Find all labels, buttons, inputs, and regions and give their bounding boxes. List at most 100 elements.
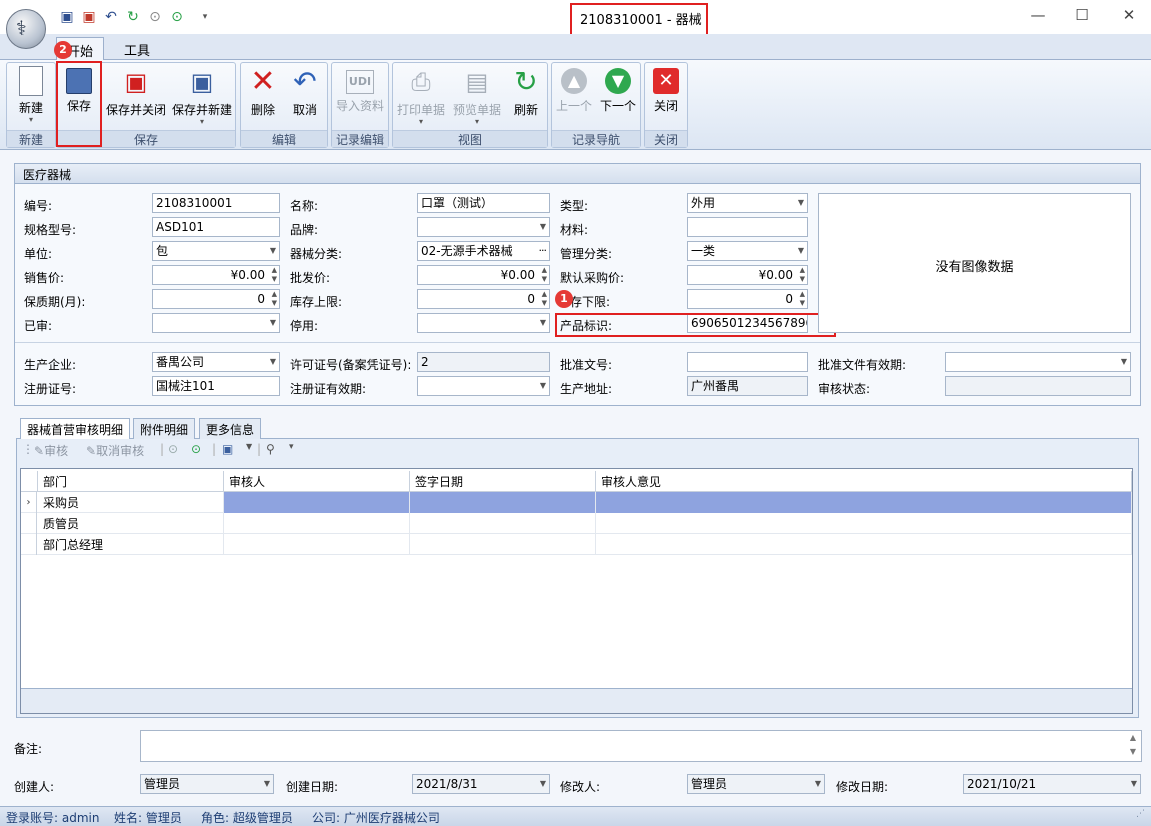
reviewer-cell[interactable] [224, 513, 410, 534]
modify-date-select[interactable]: 2021/10/21 ▼ [963, 774, 1141, 794]
move-down-icon[interactable]: ⊙ [191, 442, 201, 462]
refresh-button[interactable]: ↻ 刷新 [508, 64, 544, 124]
approval-validity-select[interactable]: ▼ [945, 352, 1131, 372]
qat-save-close-icon[interactable]: ▣ [80, 8, 98, 26]
save-close-button[interactable]: ▣ 保存并关闭 [104, 64, 168, 124]
preview-button[interactable]: ▤ 预览单据 ▾ [450, 64, 504, 126]
column-header-date[interactable]: 签字日期 [410, 471, 596, 492]
sale-price-spinner[interactable]: ¥0.00 ▲ ▼ [152, 265, 280, 285]
review-status-field[interactable] [945, 376, 1131, 396]
qat-customize-icon[interactable]: ▾ [196, 8, 214, 26]
reviewed-dropdown-icon[interactable]: ▼ [270, 314, 276, 332]
reg-validity-select[interactable]: ▼ [417, 376, 550, 396]
material-field[interactable] [687, 217, 808, 237]
brand-dropdown-icon[interactable]: ▼ [540, 218, 546, 236]
opinion-cell[interactable] [596, 492, 1132, 513]
address-field[interactable]: 广州番禺 [687, 376, 808, 396]
mgmt-class-select[interactable]: 一类 ▼ [687, 241, 808, 261]
spinner-arrows-icon[interactable]: ▲ ▼ [800, 266, 805, 284]
toolbar-overflow-icon[interactable]: ▾ [289, 442, 294, 462]
shelf-life-spinner[interactable]: 0 ▲ ▼ [152, 289, 280, 309]
manufacturer-select[interactable]: 番禺公司 ▼ [152, 352, 280, 372]
next-record-button[interactable]: ▼ 下一个 [598, 64, 638, 124]
tab-attachments[interactable]: 附件明细 [133, 418, 196, 439]
dept-cell[interactable]: 质管员 [38, 513, 224, 534]
approval-validity-dropdown-icon[interactable]: ▼ [1121, 353, 1127, 371]
close-button[interactable]: ✕ 关闭 [647, 64, 685, 124]
reviewer-cell[interactable] [224, 492, 410, 513]
modifier-dropdown-icon[interactable]: ▼ [815, 775, 821, 793]
column-header-opinion[interactable]: 审核人意见 [596, 471, 1132, 492]
resize-grip-icon[interactable]: ⋰ [1136, 809, 1145, 819]
license-no-field[interactable]: 2 [417, 352, 550, 372]
reviewed-select[interactable]: ▼ [152, 313, 280, 333]
brand-select[interactable]: ▼ [417, 217, 550, 237]
spinner-arrows-icon[interactable]: ▲ ▼ [272, 290, 277, 308]
table-row[interactable]: › 采购员 [21, 492, 1132, 513]
mgmt-class-dropdown-icon[interactable]: ▼ [798, 242, 804, 260]
qat-refresh-icon[interactable]: ↻ [124, 8, 142, 26]
save-new-button[interactable]: ▣ 保存并新建 ▾ [170, 64, 234, 126]
spinner-arrows-icon[interactable]: ▲ ▼ [272, 266, 277, 284]
approval-no-field[interactable] [687, 352, 808, 372]
app-menu-button[interactable]: ⚕ [6, 9, 46, 49]
reviewer-cell[interactable] [224, 534, 410, 555]
prev-record-button[interactable]: ▲ 上一个 [554, 64, 594, 124]
create-date-dropdown-icon[interactable]: ▼ [540, 775, 546, 793]
qat-undo-icon[interactable]: ↶ [102, 8, 120, 26]
new-button[interactable]: 新建 ▾ [12, 64, 50, 124]
reg-no-field[interactable]: 国械注101 [152, 376, 280, 396]
delete-button[interactable]: ✕ 删除 [244, 64, 282, 124]
remark-textarea[interactable] [140, 730, 1142, 762]
unit-select[interactable]: 包 ▼ [152, 241, 280, 261]
table-row[interactable]: 部门总经理 [21, 534, 1132, 555]
close-window-button[interactable]: ✕ [1117, 6, 1141, 26]
wholesale-price-spinner[interactable]: ¥0.00 ▲ ▼ [417, 265, 550, 285]
maximize-button[interactable]: ☐ [1070, 6, 1094, 26]
spinner-arrows-icon[interactable]: ▲ ▼ [542, 290, 547, 308]
grid-save-dropdown-icon[interactable]: ▼ [246, 442, 252, 462]
disabled-select[interactable]: ▼ [417, 313, 550, 333]
grid-save-icon[interactable]: ▣ [222, 442, 233, 462]
creator-dropdown-icon[interactable]: ▼ [264, 775, 270, 793]
approve-button[interactable]: ✎审核 [34, 442, 68, 462]
create-date-select[interactable]: 2021/8/31 ▼ [412, 774, 550, 794]
modifier-select[interactable]: 管理员 ▼ [687, 774, 825, 794]
type-select[interactable]: 外用 ▼ [687, 193, 808, 213]
tab-tools[interactable]: 工具 [114, 37, 160, 60]
column-header-dept[interactable]: 部门 [38, 471, 224, 492]
stock-upper-spinner[interactable]: 0 ▲ ▼ [417, 289, 550, 309]
table-row[interactable]: 质管员 [21, 513, 1132, 534]
spec-field[interactable]: ASD101 [152, 217, 280, 237]
date-cell[interactable] [410, 513, 596, 534]
date-cell[interactable] [410, 534, 596, 555]
category-picker[interactable]: 02-无源手术器械 ··· [417, 241, 550, 261]
type-dropdown-icon[interactable]: ▼ [798, 194, 804, 212]
qat-prev-icon[interactable]: ⊙ [146, 8, 164, 26]
reg-validity-dropdown-icon[interactable]: ▼ [540, 377, 546, 395]
spinner-arrows-icon[interactable]: ▲ ▼ [542, 266, 547, 284]
dept-cell[interactable]: 采购员 [38, 492, 224, 513]
tab-review-details[interactable]: 器械首营审核明细 [20, 418, 131, 439]
name-field[interactable]: 口罩（测试） [417, 193, 550, 213]
move-up-icon[interactable]: ⊙ [168, 442, 178, 462]
minimize-button[interactable]: — [1026, 6, 1050, 26]
print-button[interactable]: ⎙ 打印单据 ▾ [396, 64, 446, 126]
qat-next-icon[interactable]: ⊙ [168, 8, 186, 26]
default-purchase-price-spinner[interactable]: ¥0.00 ▲ ▼ [687, 265, 808, 285]
opinion-cell[interactable] [596, 513, 1132, 534]
cancel-approve-button[interactable]: ✎取消审核 [86, 442, 144, 462]
import-button[interactable]: UDI 导入资料 [334, 64, 386, 124]
date-cell[interactable] [410, 492, 596, 513]
stock-lower-spinner[interactable]: 0 ▲ ▼ [687, 289, 808, 309]
dept-cell[interactable]: 部门总经理 [38, 534, 224, 555]
modify-date-dropdown-icon[interactable]: ▼ [1131, 775, 1137, 793]
column-header-reviewer[interactable]: 审核人 [224, 471, 410, 492]
product-image-box[interactable]: 没有图像数据 [818, 193, 1131, 333]
qat-save-icon[interactable]: ▣ [58, 8, 76, 26]
cancel-button[interactable]: ↶ 取消 [286, 64, 324, 124]
spinner-arrows-icon[interactable]: ▲ ▼ [800, 290, 805, 308]
code-field[interactable]: 2108310001 [152, 193, 280, 213]
tab-more-info[interactable]: 更多信息 [199, 418, 262, 439]
opinion-cell[interactable] [596, 534, 1132, 555]
